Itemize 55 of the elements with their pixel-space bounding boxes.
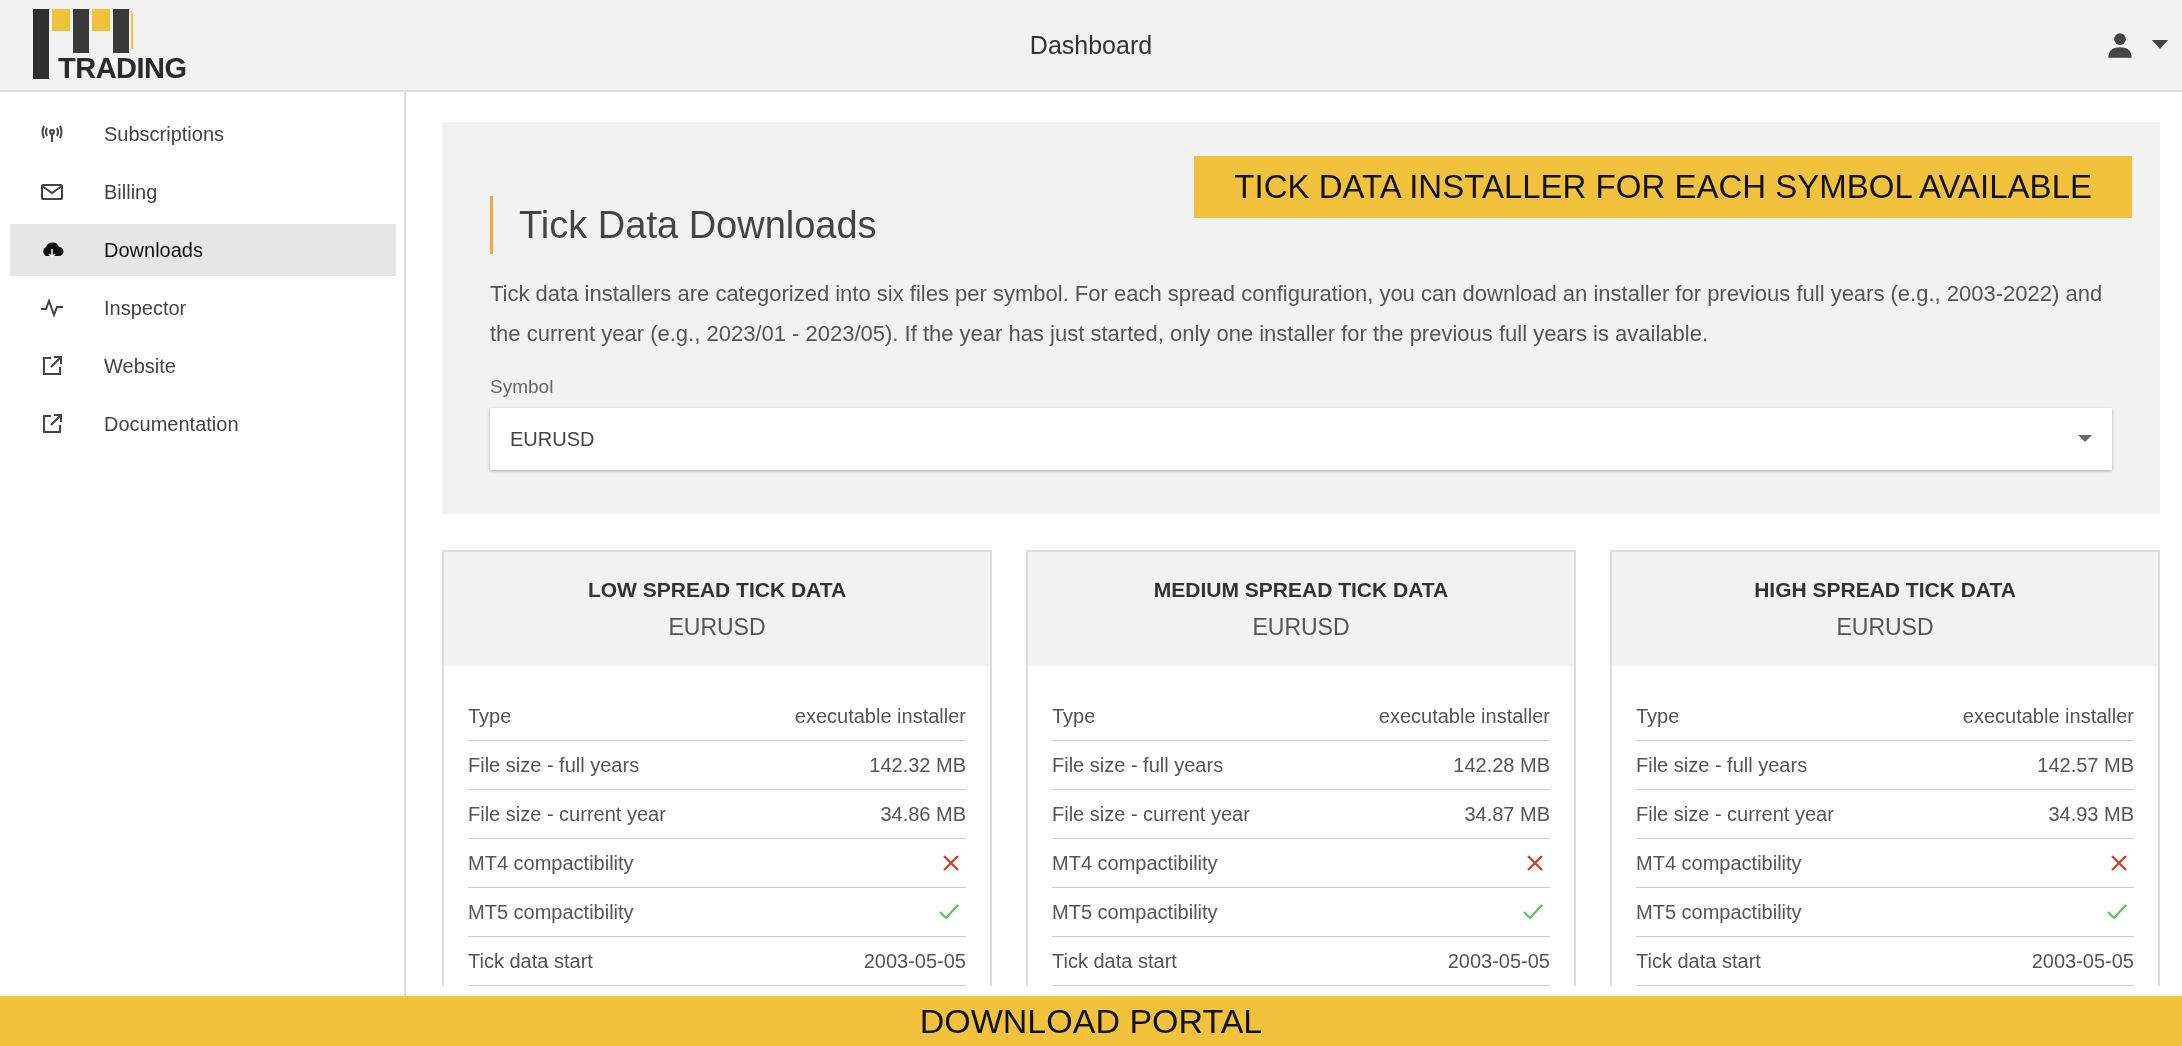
row-label: Tick data start — [468, 949, 593, 973]
row-label: File size - current year — [468, 802, 666, 826]
footer-banner: DOWNLOAD PORTAL — [0, 996, 2182, 1046]
description-text: Tick data installers are categorized into six files per symbol. For each spread configuration, you can download an installer for previous full years (e.g., 2003-2022) and the current year (e.g., 2023/01 - 2023/05). If the year has just started, only one installer for the previous full years is available. — [490, 280, 2104, 348]
card-title: LOW SPREAD TICK DATA — [587, 577, 847, 602]
symbol-dropdown[interactable]: EURUSD — [490, 408, 2112, 470]
row-value: 2003-05-05 — [863, 949, 966, 973]
row-label: MT4 compactibility — [1636, 851, 1802, 875]
row-value: 142.32 MB — [869, 753, 966, 777]
sidebar-item[interactable]: Website — [10, 340, 396, 392]
row-label: Type — [468, 704, 512, 728]
row-label: MT4 compactibility — [468, 851, 634, 875]
row-label: Type — [1636, 704, 1680, 728]
row-label: File size - full years — [1636, 753, 1808, 777]
pulse-icon — [40, 296, 64, 320]
row-value: 34.86 MB — [880, 802, 966, 826]
sidebar-item[interactable]: Inspector — [10, 282, 396, 334]
sidebar-item[interactable]: Documentation — [10, 398, 396, 450]
row-label: File size - current year — [1052, 802, 1250, 826]
user-icon[interactable] — [2106, 31, 2134, 59]
row-label: Type — [1052, 704, 1096, 728]
row-value: 2003-05-05 — [2031, 949, 2134, 973]
external-link-icon — [40, 354, 64, 378]
caret-icon — [2078, 435, 2092, 443]
field-label: Symbol — [490, 376, 555, 398]
row-value: 142.57 MB — [2037, 753, 2134, 777]
card-symbol: EURUSD — [668, 613, 766, 641]
card-symbol: EURUSD — [1252, 613, 1350, 641]
row-value: 142.28 MB — [1453, 753, 1550, 777]
row-label: MT5 compactibility — [1636, 900, 1802, 924]
row-label: Tick data start — [1636, 949, 1761, 973]
row-value: executable installer — [794, 704, 966, 728]
external-link-icon — [40, 412, 64, 436]
sidebar-item[interactable]: Downloads — [10, 224, 396, 276]
card-title: HIGH SPREAD TICK DATA — [1754, 577, 2016, 602]
sidebar-item[interactable]: Subscriptions — [10, 108, 396, 160]
card-title: MEDIUM SPREAD TICK DATA — [1153, 577, 1449, 602]
row-value: 34.87 MB — [1464, 802, 1550, 826]
row-value: executable installer — [1962, 704, 2134, 728]
callout-banner: TICK DATA INSTALLER FOR EACH SYMBOL AVAILABLE — [1194, 156, 2132, 218]
caret-icon[interactable] — [2152, 40, 2168, 50]
sidebar-item[interactable]: Billing — [10, 166, 396, 218]
card-symbol: EURUSD — [1836, 613, 1934, 641]
row-label: File size - full years — [468, 753, 640, 777]
row-value: executable installer — [1378, 704, 1550, 728]
row-label: MT4 compactibility — [1052, 851, 1218, 875]
row-label: File size - full years — [1052, 753, 1224, 777]
row-value: 2003-05-05 — [1447, 949, 1550, 973]
row-label: File size - current year — [1636, 802, 1834, 826]
row-label: MT5 compactibility — [1052, 900, 1218, 924]
section-title: Tick Data Downloads — [490, 196, 877, 254]
row-value: 34.93 MB — [2048, 802, 2134, 826]
row-label: Tick data start — [1052, 949, 1177, 973]
page-title: Dashboard — [1029, 30, 1153, 60]
row-label: MT5 compactibility — [468, 900, 634, 924]
